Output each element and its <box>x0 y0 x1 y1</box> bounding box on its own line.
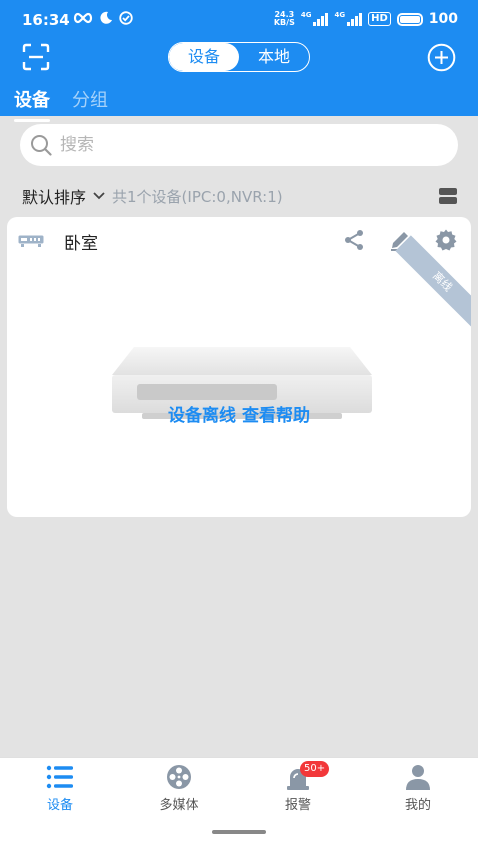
infinity-icon <box>73 12 93 24</box>
search-bar <box>20 124 458 166</box>
nav-devices[interactable]: 设备 <box>20 764 100 813</box>
bottom-nav: 设备 多媒体 50+ 报警 我的 <box>0 757 478 850</box>
tab-devices[interactable]: 设备 <box>14 86 50 122</box>
net-speed: 24.3 KB/S <box>273 10 295 27</box>
nav-devices-label: 设备 <box>46 798 73 813</box>
signal-icon <box>313 12 329 26</box>
nav-media[interactable]: 多媒体 <box>139 764 219 813</box>
segment-local[interactable]: 本地 <box>239 43 309 71</box>
status-icons-left <box>73 11 133 25</box>
search-icon <box>31 135 52 156</box>
battery-level: 100 <box>428 11 458 27</box>
nav-alarm[interactable]: 50+ 报警 <box>258 761 338 813</box>
share-icon[interactable] <box>342 228 366 252</box>
hd-icon: HD <box>368 12 391 26</box>
offline-help-link[interactable]: 设备离线 查看帮助 <box>7 401 471 426</box>
device-tabs: 设备 分组 <box>14 86 108 122</box>
scan-icon[interactable] <box>22 43 50 71</box>
tab-groups[interactable]: 分组 <box>72 86 108 118</box>
device-card[interactable]: 卧室 离线 设备离线 查看帮助 <box>7 217 471 517</box>
status-time: 16:34 <box>22 11 70 29</box>
nav-media-label: 多媒体 <box>159 798 199 813</box>
list-view-icon[interactable] <box>438 186 458 206</box>
home-indicator[interactable] <box>212 830 266 834</box>
segment-devices[interactable]: 设备 <box>169 43 239 71</box>
signal-icon-2 <box>347 12 363 26</box>
film-reel-icon <box>167 765 191 789</box>
add-icon[interactable] <box>427 43 456 72</box>
nvr-icon <box>18 235 44 247</box>
sort-dropdown[interactable]: 默认排序 <box>22 184 86 208</box>
nav-profile-label: 我的 <box>404 798 431 813</box>
list-icon <box>46 765 73 789</box>
status-icons-right: 24.3 KB/S 4G 4G HD 100 <box>273 10 458 28</box>
device-name: 卧室 <box>64 234 98 254</box>
app-header: 16:34 24.3 KB/S 4G 4G HD 100 设备 本地 设备 分组 <box>0 0 478 122</box>
nav-profile[interactable]: 我的 <box>378 764 458 813</box>
status-bar: 16:34 24.3 KB/S 4G 4G HD 100 <box>0 0 478 40</box>
nav-alarm-label: 报警 <box>284 798 311 813</box>
nvr-device-illustration <box>112 347 372 419</box>
settings-icon[interactable] <box>434 228 458 252</box>
alarm-badge: 50+ <box>300 761 330 777</box>
moon-icon <box>100 11 112 24</box>
chevron-down-icon[interactable] <box>92 189 106 203</box>
search-input[interactable] <box>60 135 420 155</box>
sort-row: 默认排序 共1个设备(IPC:0,NVR:1) <box>22 184 458 208</box>
user-icon <box>406 765 430 790</box>
network-type-1: 4G <box>300 11 312 19</box>
device-local-toggle: 设备 本地 <box>168 42 310 72</box>
battery-icon <box>396 12 423 26</box>
check-circle-icon <box>119 11 133 25</box>
network-type-2: 4G <box>334 11 346 19</box>
device-count: 共1个设备(IPC:0,NVR:1) <box>112 187 283 206</box>
